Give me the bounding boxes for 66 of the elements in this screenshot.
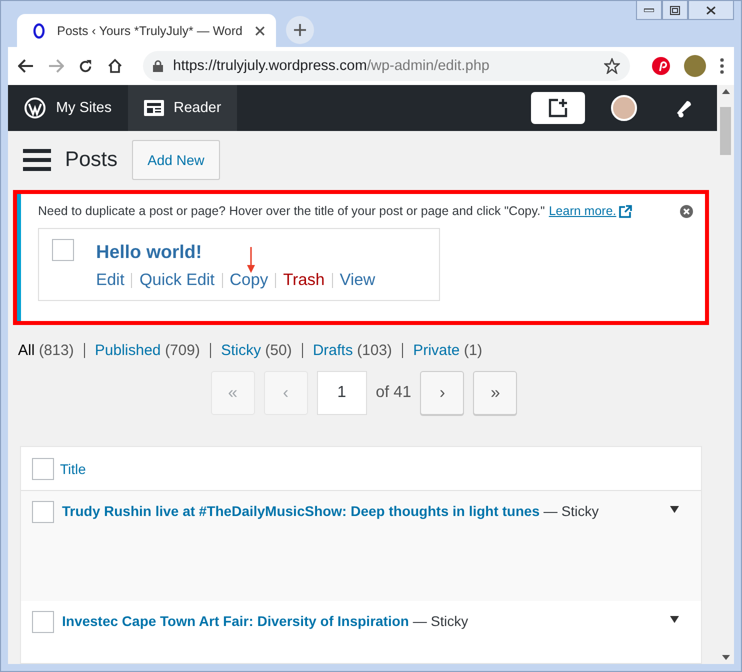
filter-link[interactable]: All (813) (18, 342, 74, 359)
add-new-button[interactable]: Add New (132, 140, 220, 180)
page-count: of 41 (376, 384, 412, 402)
reload-icon (78, 58, 93, 74)
tab-title: Posts ‹ Yours *TrulyJuly* — Word (57, 24, 242, 38)
back-arrow-icon (18, 59, 34, 73)
close-icon (254, 24, 266, 36)
column-header[interactable]: Title (60, 460, 86, 476)
external-link-icon (619, 204, 632, 218)
minimize-icon (644, 8, 654, 12)
write-post-button[interactable] (531, 92, 585, 124)
checkbox[interactable] (32, 501, 54, 523)
row-action-link[interactable]: Copy (230, 271, 268, 290)
address-bar[interactable]: https://trulyjuly.wordpress.com/wp-admin/edit.php (143, 51, 630, 81)
minimize-button[interactable] (636, 1, 662, 20)
post-title[interactable]: Investec Cape Town Art Fair: Diversity of Inspiration — Sticky (62, 613, 662, 629)
scroll-up-arrow-icon[interactable] (722, 89, 730, 94)
post-title[interactable]: Hello world! (96, 241, 376, 263)
notice-text: Need to duplicate a post or page? Hover over the title of your post or page and click "Copy." (38, 204, 545, 218)
scrollbar-thumb[interactable] (720, 107, 731, 155)
next-page-button[interactable]: › (420, 371, 464, 415)
filter-link[interactable]: Published (709) (94, 342, 200, 359)
arrow-icon (247, 247, 255, 273)
caret-icon[interactable] (670, 506, 679, 513)
row-action-link[interactable]: View (340, 271, 376, 290)
user-avatar[interactable] (611, 95, 637, 121)
lock-icon (153, 60, 163, 72)
maximize-button[interactable] (662, 1, 688, 20)
browser-tab[interactable]: Posts ‹ Yours *TrulyJuly* — Word (17, 14, 276, 47)
star-icon (604, 58, 620, 74)
page-title: Posts (65, 148, 118, 172)
scroll-down-arrow-icon[interactable] (722, 655, 730, 660)
post-title[interactable]: Trudy Rushin live at #TheDailyMusicShow: Deep thoughts in light tunes — Sticky (62, 503, 662, 519)
close-window-button[interactable] (688, 1, 734, 20)
learn-more-link[interactable]: Learn more. (548, 204, 632, 218)
page-number-field[interactable]: 1 (316, 371, 367, 415)
wordpress-logo-icon (24, 97, 46, 119)
select-all-checkbox[interactable] (32, 458, 54, 480)
masterbar-tab[interactable]: My Sites (8, 85, 128, 131)
menu-icon (23, 148, 51, 172)
scrollbar[interactable] (717, 85, 734, 664)
profile-avatar-icon (684, 55, 706, 77)
restore-icon (670, 6, 680, 14)
newspaper-icon (144, 100, 164, 116)
opera-o-icon (33, 22, 45, 38)
filter-link[interactable]: Private (1) (413, 342, 482, 359)
new-tab-button[interactable] (286, 16, 314, 44)
url-text: https://trulyjuly.wordpress.com/wp-admin/edit.php (173, 58, 490, 74)
filter-link[interactable]: Sticky (50) (220, 342, 292, 359)
pin-extension-icon (652, 57, 670, 75)
masterbar-tab[interactable]: Reader (128, 85, 238, 131)
plus-icon (294, 24, 306, 36)
menu-icon (720, 58, 724, 74)
new-post-icon (547, 97, 569, 119)
close-icon (680, 204, 693, 218)
row-action-link[interactable]: Edit (96, 271, 124, 290)
checkbox[interactable] (32, 611, 54, 633)
filter-link[interactable]: Drafts (103) (312, 342, 392, 359)
last-page-button[interactable]: » (473, 371, 518, 415)
home-icon (107, 58, 123, 74)
checkbox[interactable] (52, 239, 74, 261)
row-action-link[interactable]: Trash (283, 271, 325, 290)
caret-icon[interactable] (670, 616, 679, 623)
close-icon (706, 6, 716, 14)
row-action-link[interactable]: Quick Edit (139, 271, 215, 290)
forward-arrow-icon (48, 59, 64, 73)
